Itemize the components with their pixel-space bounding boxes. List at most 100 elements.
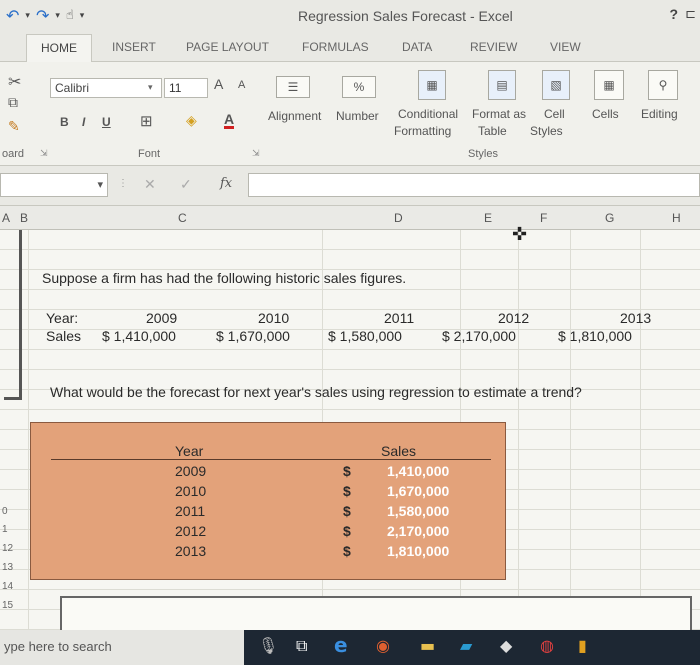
tab-insert[interactable]: INSERT: [112, 40, 156, 54]
tab-formulas[interactable]: FORMULAS: [302, 40, 369, 54]
chevron-down-icon[interactable]: ▾: [148, 78, 162, 98]
column-header-a[interactable]: A: [2, 211, 10, 225]
sales-label: Sales: [46, 328, 82, 344]
font-size-field[interactable]: 11: [164, 78, 208, 98]
fill-color-icon[interactable]: ◈: [186, 112, 197, 129]
chevron-down-icon[interactable]: ▾: [55, 11, 60, 21]
underline-button[interactable]: U: [102, 115, 111, 129]
copy-icon[interactable]: ⧉: [8, 94, 18, 111]
editing-button[interactable]: Editing: [641, 107, 678, 121]
grow-font-button[interactable]: A: [214, 76, 223, 92]
italic-button[interactable]: I: [82, 115, 85, 129]
table-year: 2011: [175, 503, 206, 519]
column-header-d[interactable]: D: [394, 211, 403, 225]
ribbon-tabs: HOME INSERT PAGE LAYOUT FORMULAS DATA RE…: [0, 34, 700, 63]
conditional-formatting-line2[interactable]: Formatting: [394, 124, 451, 138]
format-as-table-line1[interactable]: Format as: [472, 107, 526, 121]
tab-page-layout[interactable]: PAGE LAYOUT: [186, 40, 269, 54]
year-cell: 2010: [258, 310, 290, 326]
year-label: Year:: [46, 310, 79, 326]
cell-styles-icon[interactable]: ▧: [542, 70, 570, 100]
font-name-field[interactable]: Calibri: [50, 78, 162, 98]
mouse-cursor-icon: ✜: [512, 224, 528, 244]
store-icon[interactable]: ▰: [460, 636, 472, 655]
tab-data[interactable]: DATA: [402, 40, 432, 54]
tab-view[interactable]: VIEW: [550, 40, 581, 54]
column-header-h[interactable]: H: [672, 211, 681, 225]
tab-home[interactable]: HOME: [26, 34, 92, 63]
touch-mode-icon[interactable]: ☝: [66, 8, 74, 23]
selection-border: [4, 230, 22, 400]
task-view-icon[interactable]: ⧉: [296, 636, 307, 656]
binoculars-icon[interactable]: ⚲: [648, 70, 678, 100]
font-color-button[interactable]: A: [224, 112, 235, 129]
column-header-b[interactable]: B: [20, 211, 28, 225]
bold-button[interactable]: B: [60, 115, 69, 129]
row-header[interactable]: 14: [2, 581, 13, 592]
conditional-formatting-line1[interactable]: Conditional: [398, 107, 458, 121]
column-header-f[interactable]: F: [540, 211, 547, 225]
font-launcher-icon[interactable]: ⇲: [252, 148, 260, 159]
ribbon-display-icon[interactable]: ⊏: [685, 6, 696, 22]
file-explorer-icon[interactable]: ▬: [420, 636, 435, 655]
table-year: 2010: [175, 483, 207, 499]
taskbar-search[interactable]: ype here to search: [0, 630, 244, 665]
conditional-formatting-icon[interactable]: ▦: [418, 70, 446, 100]
app-icon[interactable]: ◆: [500, 636, 512, 655]
edge-icon[interactable]: e: [334, 633, 348, 657]
chrome-icon[interactable]: ◍: [540, 636, 554, 655]
row-header[interactable]: 13: [2, 562, 13, 573]
tab-review[interactable]: REVIEW: [470, 40, 517, 54]
table-sales: 1,810,000: [387, 543, 450, 559]
year-header: Year: [175, 443, 204, 459]
undo-icon[interactable]: ↶: [6, 6, 19, 25]
chevron-down-icon[interactable]: ▾: [25, 11, 30, 21]
column-header-c[interactable]: C: [178, 211, 187, 225]
sales-header: Sales: [381, 443, 417, 459]
format-as-table-line2[interactable]: Table: [478, 124, 507, 138]
cut-icon[interactable]: ✂: [8, 72, 21, 92]
chevron-down-icon[interactable]: ▾: [97, 178, 103, 191]
row-header[interactable]: 0: [2, 506, 8, 517]
table-sales: 1,580,000: [387, 503, 450, 519]
app-icon[interactable]: ▮: [578, 636, 587, 655]
cancel-icon[interactable]: ✕: [144, 176, 156, 193]
formula-input[interactable]: [248, 173, 700, 197]
worksheet-grid[interactable]: 0 1 12 13 14 15 ✜ Suppose a firm has had…: [0, 224, 700, 636]
number-button[interactable]: Number: [336, 109, 379, 123]
borders-icon[interactable]: ⊞: [140, 112, 153, 130]
help-button[interactable]: ?: [669, 6, 678, 22]
alignment-button[interactable]: Alignment: [268, 109, 321, 123]
format-painter-icon[interactable]: ✎: [8, 118, 20, 135]
sales-cell: $ 1,580,000: [328, 328, 402, 344]
cell-styles-line2[interactable]: Styles: [530, 124, 563, 138]
cells-button[interactable]: Cells: [592, 107, 619, 121]
row-header[interactable]: 12: [2, 543, 13, 554]
clipboard-launcher-icon[interactable]: ⇲: [40, 148, 48, 159]
name-box[interactable]: ▾: [0, 173, 108, 197]
insert-function-button[interactable]: fx: [220, 176, 232, 191]
redo-icon[interactable]: ↷: [36, 6, 49, 25]
microphone-icon[interactable]: 🎙: [258, 636, 278, 655]
formula-bar: ▾ ⋮ ✕ ✓ fx: [0, 166, 700, 206]
format-as-table-icon[interactable]: ▤: [488, 70, 516, 100]
table-sales: 2,170,000: [387, 523, 450, 539]
year-cell: 2013: [620, 310, 652, 326]
column-header-g[interactable]: G: [605, 211, 614, 225]
dollar-sign: $: [343, 543, 351, 559]
row-header[interactable]: 15: [2, 600, 13, 611]
percent-button[interactable]: %: [342, 76, 376, 98]
alignment-icon[interactable]: ☰: [276, 76, 310, 98]
shrink-font-button[interactable]: A: [238, 79, 245, 91]
table-year: 2009: [175, 463, 207, 479]
cells-icon[interactable]: ▦: [594, 70, 624, 100]
firefox-icon[interactable]: ◉: [376, 636, 390, 655]
year-cell: 2012: [498, 310, 530, 326]
enter-icon[interactable]: ✓: [180, 176, 192, 193]
row-header[interactable]: 1: [2, 524, 8, 535]
cell-styles-line1[interactable]: Cell: [544, 107, 565, 121]
window-title: Regression Sales Forecast - Excel: [298, 8, 513, 24]
column-header-e[interactable]: E: [484, 211, 492, 225]
customize-toolbar-icon[interactable]: ▾: [80, 11, 85, 21]
formula-bar-splitter[interactable]: ⋮: [118, 178, 128, 189]
